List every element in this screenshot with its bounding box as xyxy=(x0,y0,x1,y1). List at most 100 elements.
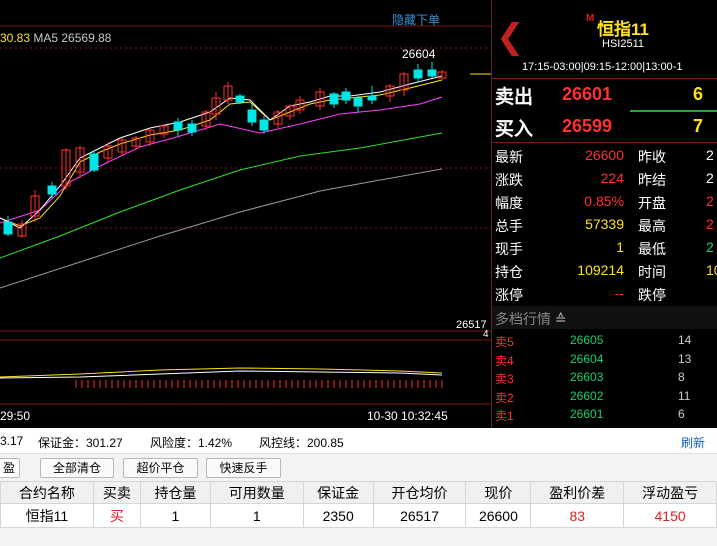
depth-label: 卖3 xyxy=(495,372,514,386)
column-header[interactable]: 可用数量 xyxy=(209,481,304,504)
candle-body xyxy=(235,95,245,103)
stat-label: 昨收 xyxy=(638,149,666,165)
contract-name: 恒指11 xyxy=(597,20,649,39)
ask-row[interactable]: 卖出 26601 6 xyxy=(492,80,717,110)
table-row[interactable]: 恒指11 买 1 1 2350 26517 26600 83 4150 xyxy=(0,503,717,528)
stat-label: 涨停 xyxy=(495,287,523,303)
depth-price: 26603 xyxy=(570,370,604,384)
stat-value: 57339 xyxy=(585,216,624,232)
stat-label: 总手 xyxy=(495,218,523,234)
close-all-button[interactable]: 全部清仓 xyxy=(40,458,114,478)
buy-price: 26599 xyxy=(562,116,613,136)
column-header[interactable]: 现价 xyxy=(465,481,532,504)
tab-profit[interactable]: 盈 xyxy=(0,458,20,478)
quick-reverse-button[interactable]: 快速反手 xyxy=(206,458,281,478)
trading-sessions: 17:15-03:00|09:15-12:00|13:00-1 xyxy=(522,61,683,73)
peak-price-label: 26604 xyxy=(402,47,436,61)
stat-row: 涨停 -- 跌停 xyxy=(492,282,717,305)
candle-body xyxy=(89,153,99,171)
super-close-button[interactable]: 超价平仓 xyxy=(123,458,198,478)
stat-value: 10:3 xyxy=(706,262,717,278)
depth-title: 多档行情 xyxy=(495,311,551,327)
depth-header[interactable]: 多档行情 ≙ xyxy=(492,306,717,329)
stat-row: 现手 1 最低 2 xyxy=(492,236,717,259)
depth-volume: 14 xyxy=(678,333,692,347)
stat-value: 2 xyxy=(706,239,714,255)
depth-volume: 8 xyxy=(678,370,685,384)
buy-label: 买入 xyxy=(495,119,534,140)
depth-volume: 13 xyxy=(678,351,692,366)
sell-label: 卖出 xyxy=(495,87,534,108)
depth-row[interactable]: 卖2 26602 11 xyxy=(492,387,717,405)
candle-body xyxy=(329,93,339,105)
cell-price: 26600 xyxy=(465,503,532,528)
divider xyxy=(492,78,717,79)
cell-margin: 2350 xyxy=(302,503,374,528)
stat-row: 总手 57339 最高 2 xyxy=(492,213,717,236)
stat-value: 0.85% xyxy=(584,193,624,209)
stat-label: 最高 xyxy=(638,218,666,234)
cell-avail: 1 xyxy=(209,503,304,528)
price-axis-label-small: 4 xyxy=(483,329,489,340)
divider xyxy=(492,142,717,143)
column-header[interactable]: 浮动盈亏 xyxy=(623,481,717,504)
candle-body xyxy=(187,123,197,133)
depth-price: 26602 xyxy=(570,388,604,403)
stat-row: 涨跌 224 昨结 2 xyxy=(492,167,717,190)
margin-info: 保证金：301.27 xyxy=(38,436,123,450)
kline-chart[interactable]: 30.83 MA5 26569.88 隐藏下单 26604 26517 4 29… xyxy=(0,0,491,428)
column-header[interactable]: 持仓量 xyxy=(139,481,211,504)
stat-value: -- xyxy=(614,285,624,301)
risk-info: 风险度：1.42% xyxy=(150,436,233,450)
account-value: 3.17 xyxy=(0,434,24,448)
column-header[interactable]: 保证金 xyxy=(302,481,374,504)
stat-row: 幅度 0.85% 开盘 2 xyxy=(492,190,717,213)
time-axis-start: 29:50 xyxy=(0,409,31,423)
candle-body xyxy=(353,97,363,107)
stat-label: 持仓 xyxy=(495,264,523,280)
candle-body xyxy=(413,69,423,79)
stat-value: 2 xyxy=(706,193,714,209)
chevron-down-icon: ≙ xyxy=(554,311,567,327)
cell-side: 买 xyxy=(92,503,141,528)
stat-label: 现手 xyxy=(495,241,523,257)
depth-label: 卖5 xyxy=(495,335,514,349)
column-header[interactable]: 买卖 xyxy=(92,481,141,504)
depth-price: 26604 xyxy=(570,351,604,366)
stat-label: 跌停 xyxy=(638,287,666,303)
column-header[interactable]: 盈利价差 xyxy=(530,481,625,504)
action-bar: 盈 全部清仓 超价平仓 快速反手 xyxy=(0,456,717,480)
depth-volume: 11 xyxy=(678,388,691,403)
kline-canvas xyxy=(0,25,491,405)
cell-pnl: 4150 xyxy=(623,503,717,528)
stat-row: 最新 26600 昨收 2 xyxy=(492,144,717,167)
stat-label: 涨跌 xyxy=(495,172,523,188)
depth-volume: 6 xyxy=(678,407,685,421)
stat-value: 109214 xyxy=(577,262,624,278)
price-axis-label: 26517 xyxy=(456,319,487,331)
table-header: 合约名称 买卖 持仓量 可用数量 保证金 开仓均价 现价 盈利价差 浮动盈亏 xyxy=(0,481,717,504)
depth-row[interactable]: 卖1 26601 6 xyxy=(492,405,717,423)
candle-body xyxy=(259,119,269,131)
depth-price: 26601 xyxy=(570,407,604,421)
depth-row[interactable]: 卖3 26603 8 xyxy=(492,368,717,386)
bid-row[interactable]: 买入 26599 7 xyxy=(492,112,717,142)
refresh-button[interactable]: 刷新 xyxy=(681,434,705,451)
stat-value: 2 xyxy=(706,147,714,163)
risk-line-info: 风控线：200.85 xyxy=(259,436,344,450)
depth-label: 卖2 xyxy=(495,390,514,405)
column-header[interactable]: 合约名称 xyxy=(0,481,94,504)
contract-code: HSI2511 xyxy=(602,38,644,50)
depth-price: 26605 xyxy=(570,333,604,347)
depth-row[interactable]: 卖4 26604 13 xyxy=(492,350,717,368)
column-header[interactable]: 开仓均价 xyxy=(372,481,467,504)
account-bar: 3.17 保证金：301.27 风险度：1.42% 风控线：200.85 刷新 xyxy=(0,428,717,454)
stat-row: 持仓 109214 时间 10:3 xyxy=(492,259,717,282)
back-arrow-icon[interactable]: ❮ xyxy=(496,20,525,54)
hide-orders-link[interactable]: 隐藏下单 xyxy=(392,11,440,28)
time-axis-end: 10-30 10:32:45 xyxy=(367,409,448,423)
depth-row[interactable]: 卖5 26605 14 xyxy=(492,331,717,349)
contract-flag: M xyxy=(586,13,595,24)
candle-body xyxy=(3,221,13,235)
cell-qty: 1 xyxy=(139,503,211,528)
